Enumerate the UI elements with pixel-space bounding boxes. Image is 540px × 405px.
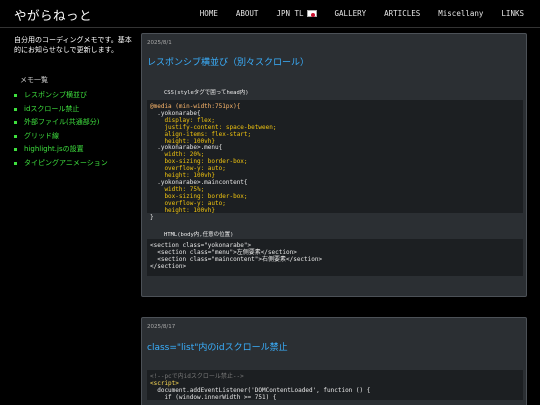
nav-jpn-tl-label: JPN TL [276, 9, 304, 18]
code-line: </section> [150, 262, 187, 270]
bullet-icon [14, 94, 17, 98]
html-code-block[interactable]: <section class="yokonarabe"> <section cl… [147, 239, 523, 276]
memo-item-label: グリッド線 [24, 131, 59, 140]
code-line: if (window.innerWidth >= 751) { [150, 393, 277, 401]
code-line: } [150, 213, 154, 221]
bullet-icon [14, 134, 17, 138]
post-title: レスポンシブ横並び（別々スクロール） [147, 58, 310, 68]
main-content[interactable]: 2025/8/1 レスポンシブ横並び（別々スクロール） CSS(styleタグで… [141, 33, 527, 405]
memo-item-highlightjs[interactable]: highlight.jsの設置 [14, 143, 132, 157]
post-title: class="list"内のidスクロール禁止 [147, 343, 288, 353]
memo-list: レスポンシブ横並び idスクロール禁止 外部ファイル(共通部分) グリッド線 h… [14, 89, 132, 170]
main-nav: HOME ABOUT JPN TL GALLERY ARTICLES Misce… [182, 9, 524, 18]
nav-miscellany[interactable]: Miscellany [438, 9, 483, 18]
bullet-icon [14, 121, 17, 125]
js-code-block[interactable]: <!--pcで内idスクロール禁止--> <script> document.a… [147, 370, 523, 401]
post-date: 2025/8/1 [147, 40, 172, 46]
memo-item-grid-lines[interactable]: グリッド線 [14, 130, 132, 144]
memo-item-label: 外部ファイル(共通部分) [24, 118, 100, 126]
nav-gallery[interactable]: GALLERY [335, 9, 367, 18]
nav-jpn-tl[interactable]: JPN TL [276, 9, 317, 18]
post-card: 2025/8/1 レスポンシブ横並び（別々スクロール） CSS(styleタグで… [141, 33, 527, 297]
post-card: 2025/8/17 class="list"内のidスクロール禁止 <!--pc… [141, 317, 527, 405]
memo-item-typing-animation[interactable]: タイピングアニメーション [14, 157, 132, 171]
css-code-block[interactable]: @media (min-width:751px){ .yokonarabe{ d… [147, 100, 523, 220]
post-date: 2025/8/17 [147, 324, 176, 330]
nav-articles[interactable]: ARTICLES [384, 9, 420, 18]
html-caption: HTML(body内,任意の位置) [164, 232, 234, 238]
memo-item-external-file[interactable]: 外部ファイル(共通部分) [14, 116, 132, 130]
code-line: height: 100vh} [150, 206, 216, 214]
memo-item-label: highlight.jsの設置 [24, 145, 84, 153]
bullet-icon [14, 161, 17, 165]
nav-home[interactable]: HOME [200, 9, 218, 18]
memo-item-label: タイピングアニメーション [24, 158, 108, 167]
top-navigation-bar: やがらねっと HOME ABOUT JPN TL GALLERY ARTICLE… [0, 0, 540, 28]
bullet-icon [14, 107, 17, 111]
site-brand[interactable]: やがらねっと [14, 5, 92, 24]
memo-item-label: レスポンシブ横並び [24, 91, 87, 99]
memo-item-responsive[interactable]: レスポンシブ横並び [14, 89, 132, 103]
nav-links[interactable]: LINKS [501, 9, 524, 18]
sidebar: 自分用のコーディングメモです。基本的にお知らせなしで更新します。 メモ一覧 レス… [14, 36, 132, 170]
sidebar-intro: 自分用のコーディングメモです。基本的にお知らせなしで更新します。 [14, 36, 132, 54]
japan-flag-icon [306, 10, 317, 17]
memo-item-label: idスクロール禁止 [24, 104, 80, 113]
css-caption: CSS(styleタグで囲ってhead内) [164, 90, 249, 96]
memo-list-heading: メモ一覧 [20, 76, 48, 84]
memo-item-id-scroll[interactable]: idスクロール禁止 [14, 103, 132, 117]
bullet-icon [14, 148, 17, 152]
nav-about[interactable]: ABOUT [236, 9, 259, 18]
